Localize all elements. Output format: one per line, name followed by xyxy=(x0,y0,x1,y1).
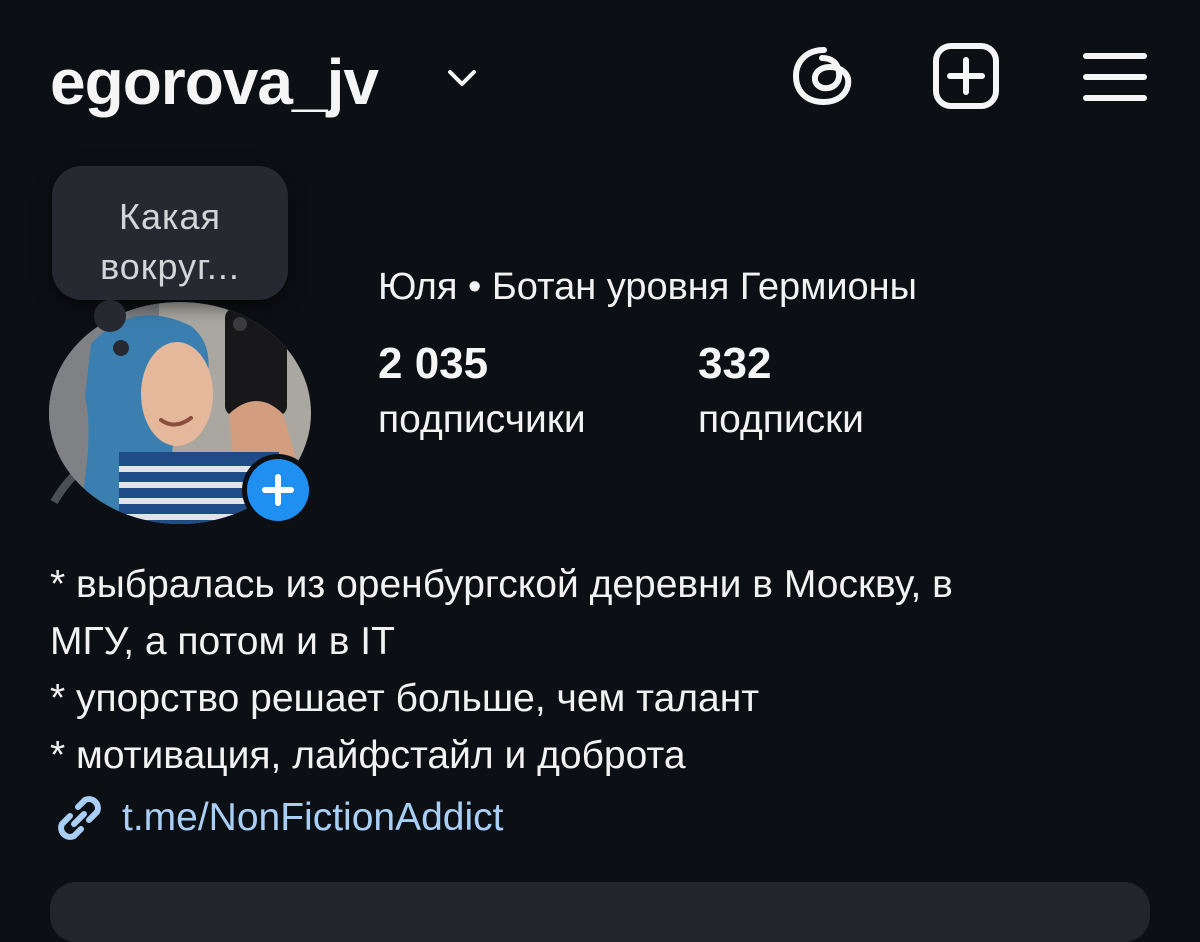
username-title[interactable]: egorova_jv xyxy=(50,40,379,124)
chevron-down-icon[interactable] xyxy=(444,64,480,92)
add-story-button[interactable] xyxy=(240,452,316,528)
following-count[interactable]: 332 xyxy=(698,338,771,390)
bio-line: МГУ, а потом и в IT xyxy=(50,620,395,663)
threads-icon[interactable] xyxy=(786,40,858,112)
hamburger-menu-icon[interactable] xyxy=(1078,40,1150,112)
link-icon xyxy=(58,796,101,840)
note-tail-dot xyxy=(113,340,129,356)
followers-label[interactable]: подписчики xyxy=(378,396,586,444)
dashboard-card[interactable] xyxy=(50,882,1150,942)
bio-line: * выбралась из оренбургской деревни в Мо… xyxy=(50,563,953,606)
note-tail xyxy=(94,300,126,332)
note-text-line-2: вокруг... xyxy=(100,246,240,287)
bio: * выбралась из оренбургской деревни в Мо… xyxy=(50,556,1160,784)
bio-line: * упорство решает больше, чем талант xyxy=(50,677,760,720)
followers-count[interactable]: 2 035 xyxy=(378,338,488,390)
bio-line: * мотивация, лайфстайл и доброта xyxy=(50,734,686,777)
profile-link[interactable]: t.me/NonFictionAddict xyxy=(122,794,504,842)
display-name: Юля • Ботан уровня Гермионы xyxy=(378,266,917,308)
note-text-line-1: Какая xyxy=(118,196,222,237)
following-label[interactable]: подписки xyxy=(698,396,864,444)
note-bubble[interactable]: Какая вокруг... xyxy=(52,166,288,300)
create-post-icon[interactable] xyxy=(930,40,1002,112)
